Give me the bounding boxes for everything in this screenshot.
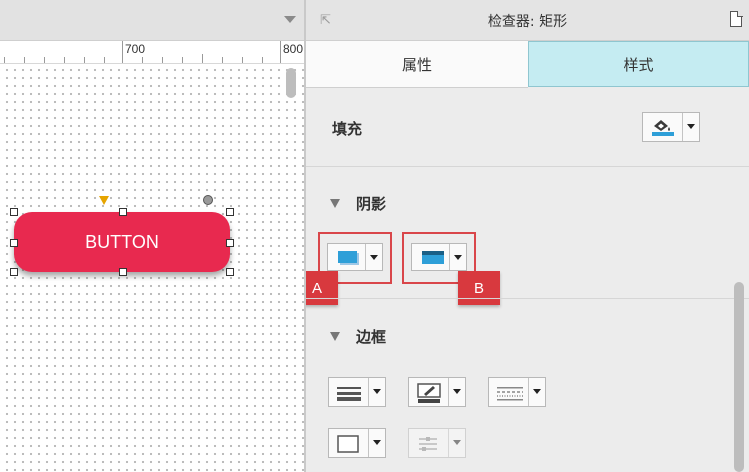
- line-style-button[interactable]: [488, 377, 546, 407]
- button-widget[interactable]: BUTTON: [14, 212, 230, 272]
- corner-radius-button[interactable]: [328, 428, 386, 458]
- resize-handle-nw[interactable]: [10, 208, 18, 216]
- ruler-label-700: 700: [125, 42, 146, 56]
- canvas-toolbar: [0, 0, 304, 41]
- inspector-scrollbar[interactable]: [734, 282, 744, 472]
- inspector-title: 检查器: 矩形: [487, 14, 568, 30]
- design-canvas[interactable]: 700 800 BUTTON: [0, 0, 304, 472]
- resize-handle-sw[interactable]: [10, 268, 18, 276]
- rotate-handle[interactable]: [203, 195, 213, 205]
- tab-properties-label: 属性: [401, 55, 432, 74]
- resize-handle-ne[interactable]: [226, 208, 234, 216]
- tab-style-label: 样式: [623, 55, 654, 74]
- shadow-collapse-icon[interactable]: [330, 199, 340, 208]
- canvas-scrollbar[interactable]: [286, 68, 296, 98]
- line-weight-button[interactable]: [328, 377, 386, 407]
- corner-radius-icon: [337, 435, 359, 457]
- callout-b-badge: B: [458, 271, 500, 305]
- fill-label: 填充: [332, 120, 363, 138]
- resize-handle-se[interactable]: [226, 268, 234, 276]
- resize-handle-w[interactable]: [10, 239, 18, 247]
- line-weight-icon: [337, 386, 361, 405]
- resize-handle-e[interactable]: [226, 239, 234, 247]
- resize-handle-s[interactable]: [119, 268, 127, 276]
- button-widget-label: BUTTON: [85, 231, 159, 252]
- outer-shadow-icon: [337, 250, 361, 270]
- page-icon[interactable]: [730, 10, 743, 27]
- line-color-icon: [417, 383, 441, 407]
- arrow-style-button[interactable]: [408, 428, 466, 458]
- resize-handle-n[interactable]: [119, 208, 127, 216]
- inspector-panel: ⇱ 检查器: 矩形 属性 样式 填充 阴影 A B 边框: [306, 0, 749, 472]
- paint-bucket-icon: [651, 118, 675, 140]
- shadow-label: 阴影: [356, 195, 387, 213]
- horizontal-ruler: 700 800: [0, 41, 304, 64]
- line-style-icon: [497, 386, 523, 405]
- line-color-button[interactable]: [408, 377, 466, 407]
- inner-shadow-icon: [421, 250, 445, 270]
- fill-color-picker[interactable]: [642, 112, 700, 142]
- border-label: 边框: [356, 328, 387, 346]
- shape-adjust-handle[interactable]: [99, 196, 109, 205]
- callout-a-badge: A: [306, 271, 338, 305]
- inner-shadow-button[interactable]: [411, 243, 467, 271]
- inspector-header: ⇱ 检查器: 矩形: [306, 0, 749, 41]
- border-collapse-icon[interactable]: [330, 332, 340, 341]
- tab-properties[interactable]: 属性: [306, 41, 528, 88]
- tab-style[interactable]: 样式: [528, 41, 749, 87]
- outer-shadow-button[interactable]: [327, 243, 383, 271]
- ruler-label-800: 800: [283, 42, 304, 56]
- canvas-dropdown-icon[interactable]: [284, 16, 296, 23]
- arrow-style-icon: [417, 435, 439, 457]
